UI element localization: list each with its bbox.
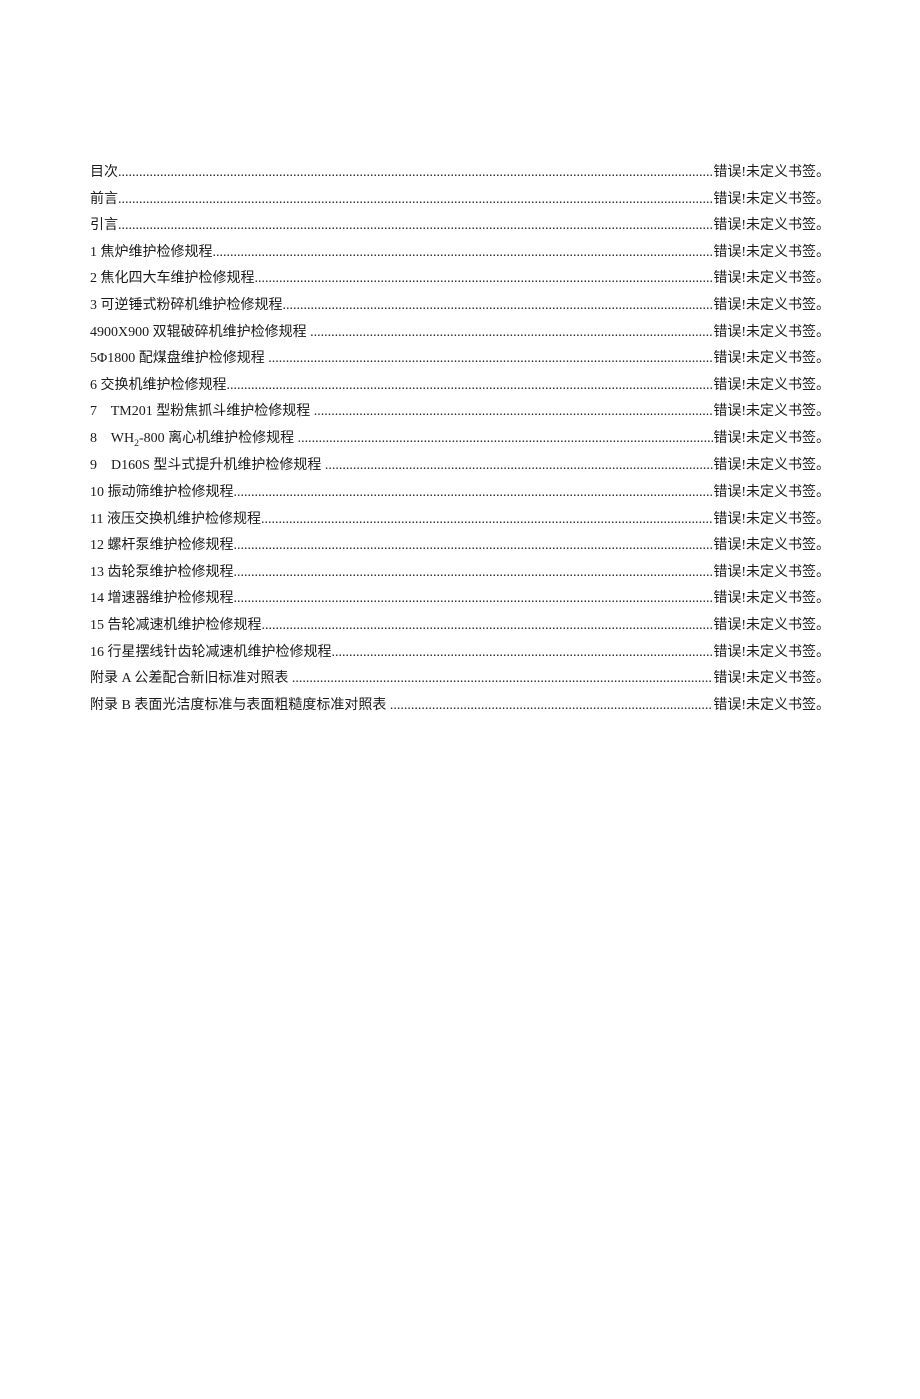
toc-entry: 15 告轮减速机维护检修规程..........................… xyxy=(90,613,830,640)
toc-entry-page: 错误!未定义书签。 xyxy=(713,240,830,267)
toc-leader-dots: ........................................… xyxy=(118,160,713,187)
table-of-contents: 目次......................................… xyxy=(90,160,830,719)
toc-entry: 目次......................................… xyxy=(90,160,830,187)
toc-entry: 4900X900 双辊破碎机维护检修规程 ...................… xyxy=(90,320,830,347)
toc-entry: 14 增速器维护检修规程............................… xyxy=(90,586,830,613)
toc-entry: 前言......................................… xyxy=(90,187,830,214)
toc-entry: 附录 B 表面光洁度标准与表面粗糙度标准对照表 ................… xyxy=(90,693,830,720)
toc-entry: 16 行星摆线针齿轮减速机维护检修规程.....................… xyxy=(90,640,830,667)
toc-entry-page: 错误!未定义书签。 xyxy=(713,453,830,480)
toc-leader-dots: ........................................… xyxy=(390,693,713,720)
toc-leader-dots: ........................................… xyxy=(234,533,714,560)
toc-entry-label: 15 告轮减速机维护检修规程 xyxy=(90,613,262,640)
toc-leader-dots: ........................................… xyxy=(227,373,714,400)
toc-entry-label: 引言 xyxy=(90,213,118,240)
toc-leader-dots: ........................................… xyxy=(325,453,713,480)
toc-leader-dots: ........................................… xyxy=(261,507,713,534)
toc-entry-label: 8 WH2-800 离心机维护检修规程 xyxy=(90,426,298,453)
toc-entry-label: 10 振动筛维护检修规程 xyxy=(90,480,234,507)
toc-entry-label: 1 焦炉维护检修规程 xyxy=(90,240,213,267)
toc-entry: 11 液压交换机维护检修规程..........................… xyxy=(90,507,830,534)
toc-entry-label: 2 焦化四大车维护检修规程 xyxy=(90,266,255,293)
toc-entry-label: 5Φ1800 配煤盘维护检修规程 xyxy=(90,346,268,373)
toc-entry-label: 11 液压交换机维护检修规程 xyxy=(90,507,261,534)
toc-entry: 2 焦化四大车维护检修规程...........................… xyxy=(90,266,830,293)
toc-leader-dots: ........................................… xyxy=(213,240,714,267)
toc-leader-dots: ........................................… xyxy=(314,399,714,426)
toc-entry-page: 错误!未定义书签。 xyxy=(713,640,830,667)
toc-entry: 12 螺杆泵维护检修规程............................… xyxy=(90,533,830,560)
toc-entry-label: 4900X900 双辊破碎机维护检修规程 xyxy=(90,320,310,347)
toc-entry-page: 错误!未定义书签。 xyxy=(713,213,830,240)
toc-entry-page: 错误!未定义书签。 xyxy=(713,613,830,640)
toc-entry: 3 可逆锤式粉碎机维护检修规程.........................… xyxy=(90,293,830,320)
toc-leader-dots: ........................................… xyxy=(268,346,713,373)
toc-entry-page: 错误!未定义书签。 xyxy=(713,320,830,347)
toc-entry-label: 附录 B 表面光洁度标准与表面粗糙度标准对照表 xyxy=(90,693,390,720)
toc-entry-page: 错误!未定义书签。 xyxy=(713,586,830,613)
toc-entry-label: 3 可逆锤式粉碎机维护检修规程 xyxy=(90,293,283,320)
toc-entry-page: 错误!未定义书签。 xyxy=(713,293,830,320)
toc-leader-dots: ........................................… xyxy=(255,266,714,293)
toc-entry: 引言......................................… xyxy=(90,213,830,240)
toc-entry-page: 错误!未定义书签。 xyxy=(713,507,830,534)
toc-entry: 7 TM201 型粉焦抓斗维护检修规程 ....................… xyxy=(90,399,830,426)
toc-entry-page: 错误!未定义书签。 xyxy=(713,560,830,587)
toc-leader-dots: ........................................… xyxy=(310,320,713,347)
toc-leader-dots: ........................................… xyxy=(298,426,714,453)
toc-entry-label: 7 TM201 型粉焦抓斗维护检修规程 xyxy=(90,399,314,426)
toc-entry-label: 前言 xyxy=(90,187,118,214)
toc-entry-page: 错误!未定义书签。 xyxy=(713,666,830,693)
toc-entry-page: 错误!未定义书签。 xyxy=(713,399,830,426)
toc-leader-dots: ........................................… xyxy=(262,613,714,640)
toc-leader-dots: ........................................… xyxy=(118,187,713,214)
toc-leader-dots: ........................................… xyxy=(234,586,714,613)
toc-entry-page: 错误!未定义书签。 xyxy=(713,373,830,400)
toc-entry: 10 振动筛维护检修规程............................… xyxy=(90,480,830,507)
toc-entry-page: 错误!未定义书签。 xyxy=(713,533,830,560)
toc-leader-dots: ........................................… xyxy=(283,293,714,320)
toc-entry: 5Φ1800 配煤盘维护检修规程 .......................… xyxy=(90,346,830,373)
toc-leader-dots: ........................................… xyxy=(234,480,714,507)
toc-entry-label: 16 行星摆线针齿轮减速机维护检修规程 xyxy=(90,640,332,667)
toc-leader-dots: ........................................… xyxy=(332,640,714,667)
toc-entry-page: 错误!未定义书签。 xyxy=(713,266,830,293)
toc-entry-page: 错误!未定义书签。 xyxy=(713,187,830,214)
toc-entry-label: 9 D160S 型斗式提升机维护检修规程 xyxy=(90,453,325,480)
toc-entry: 8 WH2-800 离心机维护检修规程 ....................… xyxy=(90,426,830,453)
toc-entry: 9 D160S 型斗式提升机维护检修规程 ...................… xyxy=(90,453,830,480)
toc-entry: 6 交换机维护检修规程.............................… xyxy=(90,373,830,400)
document-page: 目次......................................… xyxy=(0,0,920,719)
toc-entry-page: 错误!未定义书签。 xyxy=(713,693,830,720)
toc-leader-dots: ........................................… xyxy=(118,213,713,240)
toc-entry-page: 错误!未定义书签。 xyxy=(713,160,830,187)
toc-leader-dots: ........................................… xyxy=(292,666,713,693)
toc-entry-page: 错误!未定义书签。 xyxy=(713,346,830,373)
toc-entry-label: 6 交换机维护检修规程 xyxy=(90,373,227,400)
toc-entry: 1 焦炉维护检修规程..............................… xyxy=(90,240,830,267)
toc-entry: 附录 A 公差配合新旧标准对照表 .......................… xyxy=(90,666,830,693)
toc-entry-page: 错误!未定义书签。 xyxy=(713,426,830,453)
toc-entry-label: 14 增速器维护检修规程 xyxy=(90,586,234,613)
toc-entry-label: 附录 A 公差配合新旧标准对照表 xyxy=(90,666,292,693)
toc-entry-label: 12 螺杆泵维护检修规程 xyxy=(90,533,234,560)
toc-entry-label: 13 齿轮泵维护检修规程 xyxy=(90,560,234,587)
toc-entry-label: 目次 xyxy=(90,160,118,187)
toc-entry-page: 错误!未定义书签。 xyxy=(713,480,830,507)
toc-leader-dots: ........................................… xyxy=(234,560,714,587)
toc-entry: 13 齿轮泵维护检修规程............................… xyxy=(90,560,830,587)
